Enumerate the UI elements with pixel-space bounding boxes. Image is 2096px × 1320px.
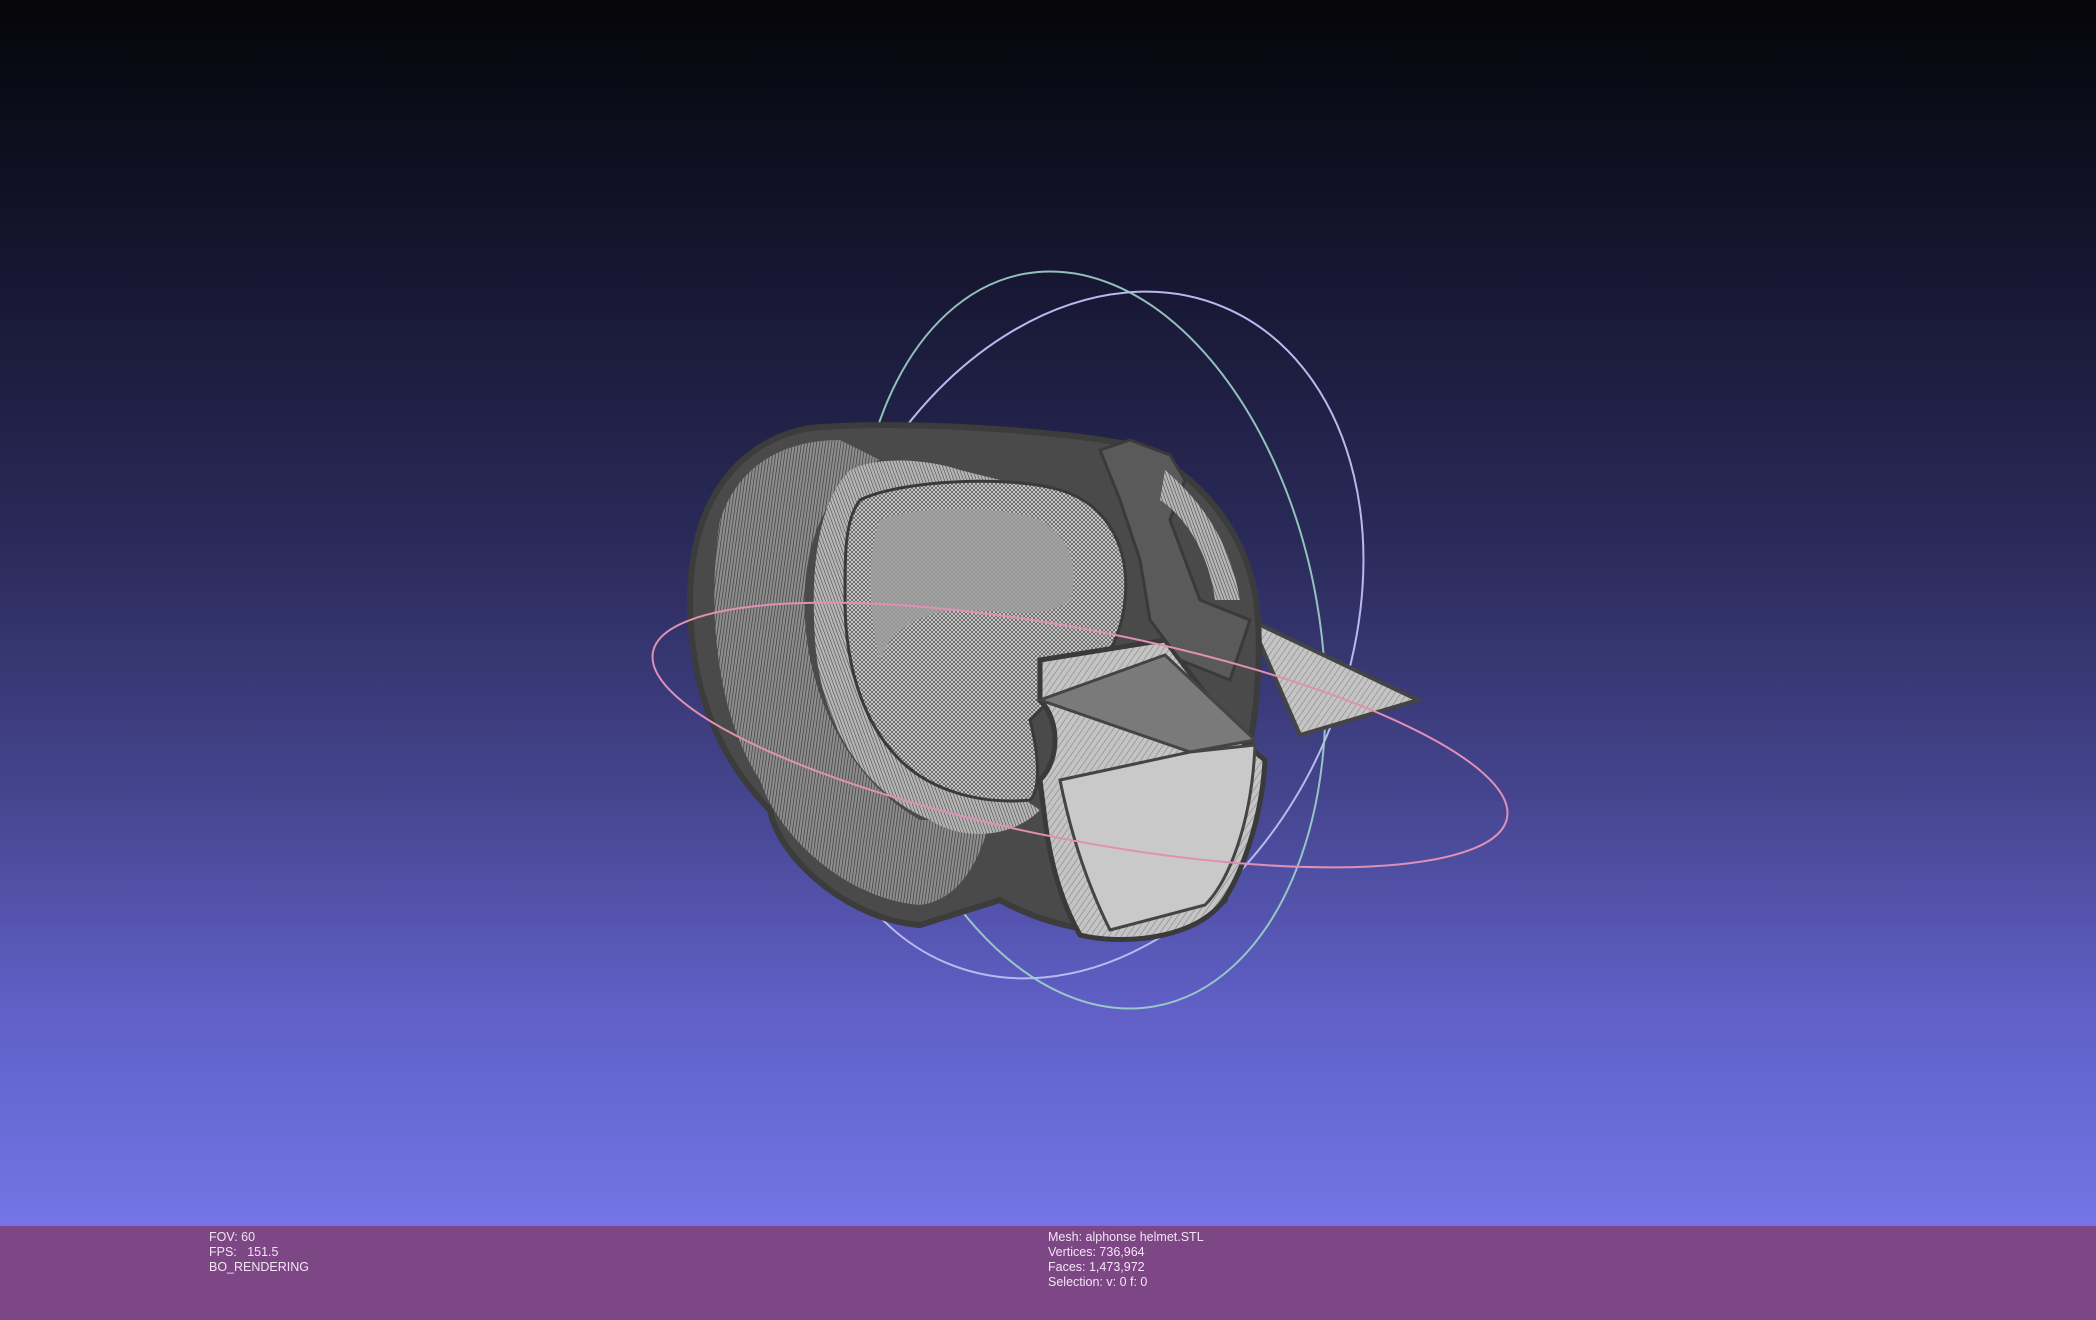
fov-label: FOV: 60	[209, 1230, 256, 1244]
mesh-info: Mesh: alphonse helmet.STL Vertices: 736,…	[1048, 1230, 1204, 1290]
render-info: FOV: 60 FPS: 151.5 BO_RENDERING	[209, 1230, 309, 1275]
fps-label: FPS: 151.5	[209, 1245, 279, 1259]
render-mode-label: BO_RENDERING	[209, 1260, 310, 1274]
info-panel: FOV: 60 FPS: 151.5 BO_RENDERING Mesh: al…	[0, 1225, 2096, 1320]
mesh-name-label: Mesh: alphonse helmet.STL	[1048, 1230, 1204, 1244]
helmet-mesh	[686, 422, 1424, 943]
scene-canvas[interactable]	[0, 0, 2096, 1225]
selection-label: Selection: v: 0 f: 0	[1048, 1275, 1148, 1289]
faces-count-label: Faces: 1,473,972	[1048, 1260, 1145, 1274]
3d-viewport[interactable]	[0, 0, 2096, 1225]
vertices-count-label: Vertices: 736,964	[1048, 1245, 1145, 1259]
